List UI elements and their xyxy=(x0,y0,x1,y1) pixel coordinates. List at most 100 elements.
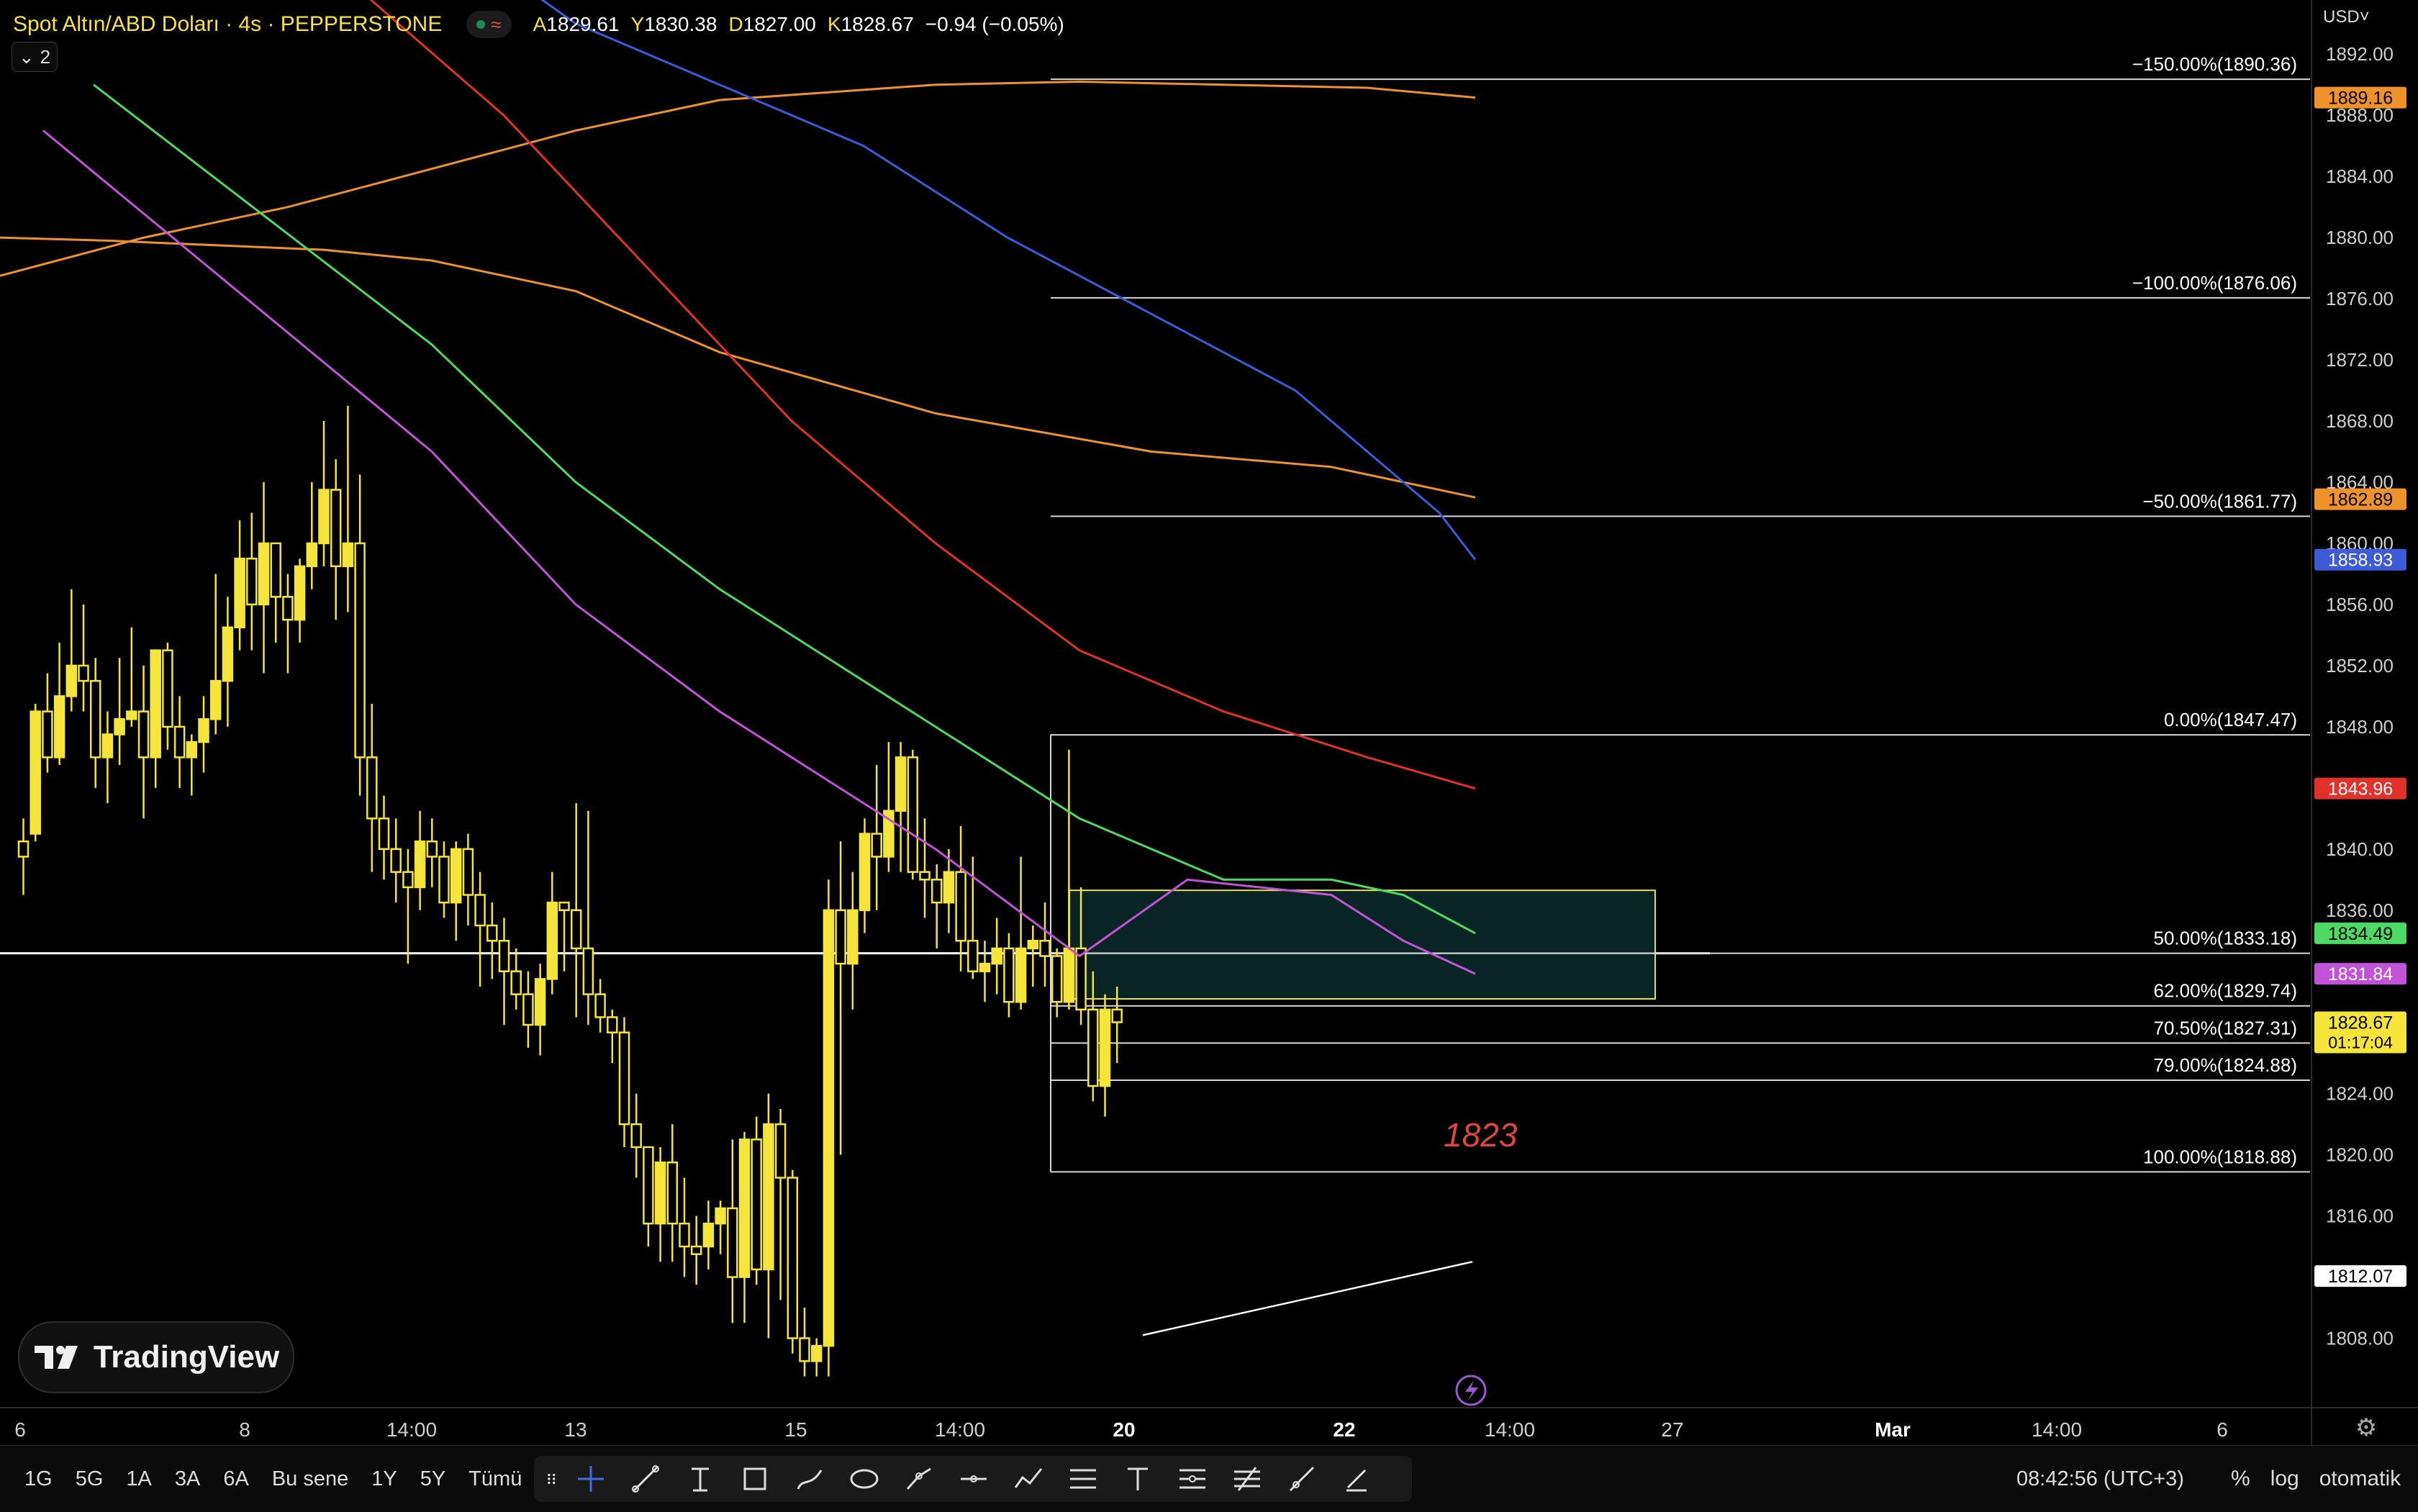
range-6m[interactable]: 6A xyxy=(213,1463,258,1495)
indicators-toggle[interactable]: ⌄ 2 xyxy=(12,42,58,72)
candle-body xyxy=(787,1177,799,1339)
candle-body xyxy=(919,871,930,881)
candle xyxy=(17,818,30,895)
pitchfork-icon[interactable] xyxy=(1221,1459,1274,1499)
candle xyxy=(690,1216,702,1285)
ellipse-icon[interactable] xyxy=(838,1459,891,1499)
brush-icon[interactable] xyxy=(783,1459,836,1499)
indicator-count: 2 xyxy=(40,45,51,68)
candle-body xyxy=(1003,947,1015,1003)
candle-body xyxy=(101,733,114,759)
market-status[interactable]: ≈ xyxy=(466,11,512,38)
text-icon[interactable] xyxy=(1111,1459,1164,1499)
price-tick-label: 1892.00 xyxy=(2326,43,2394,65)
price-tick-label: 1856.00 xyxy=(2326,594,2394,615)
candle-body xyxy=(186,741,198,759)
crosshair-icon[interactable] xyxy=(564,1459,617,1499)
range-5y[interactable]: 5Y xyxy=(410,1463,456,1495)
parallel-channel-icon[interactable] xyxy=(1056,1459,1110,1499)
auto-toggle[interactable]: otomatik xyxy=(2319,1467,2401,1491)
candle-body xyxy=(727,1207,738,1278)
fib-level-label: −100.00%(1876.06) xyxy=(2132,272,2297,294)
candle xyxy=(186,734,198,796)
candle xyxy=(643,1146,654,1247)
candle xyxy=(234,520,245,651)
currency-selector[interactable]: USD˅ xyxy=(2323,7,2370,27)
horizontal-line-icon[interactable] xyxy=(947,1459,1000,1499)
log-toggle[interactable]: log xyxy=(2270,1467,2299,1491)
rectangle-icon[interactable] xyxy=(728,1459,782,1499)
candle xyxy=(53,643,65,765)
percent-toggle[interactable]: % xyxy=(2231,1467,2250,1491)
candle-body xyxy=(967,939,979,972)
candle xyxy=(402,848,414,964)
candle xyxy=(474,872,486,987)
candle-body xyxy=(354,542,366,759)
trend-line xyxy=(1142,1261,1473,1336)
range-1d[interactable]: 1G xyxy=(14,1463,63,1495)
fib-icon[interactable] xyxy=(674,1459,727,1499)
fib-retracement-icon[interactable] xyxy=(1166,1459,1219,1499)
time-tick-label: 14:00 xyxy=(386,1418,437,1441)
range-1m[interactable]: 1A xyxy=(116,1463,161,1495)
range-5d[interactable]: 5G xyxy=(65,1463,114,1495)
candle xyxy=(835,841,846,1155)
gear-icon[interactable]: ⚙ xyxy=(2352,1413,2381,1442)
candle xyxy=(342,405,354,612)
symbol-title[interactable]: Spot Altın/ABD Doları · 4s · PEPPERSTONE xyxy=(13,12,442,37)
time-tick-label: 15 xyxy=(784,1418,807,1441)
grip-icon[interactable] xyxy=(541,1459,563,1499)
time-tick-label: 20 xyxy=(1113,1418,1135,1441)
range-ytd[interactable]: Bu sene xyxy=(262,1463,358,1495)
price-tag-label: 1834.49 xyxy=(2328,924,2393,944)
trendline-icon[interactable] xyxy=(619,1459,672,1499)
wave-icon: ≈ xyxy=(491,13,502,35)
ohlc-high: Y1830.38 xyxy=(630,13,717,35)
range-all[interactable]: Tümü xyxy=(458,1463,532,1495)
fib-level-label: 0.00%(1847.47) xyxy=(2164,709,2297,730)
candle-body xyxy=(222,626,234,682)
candle xyxy=(799,1308,810,1377)
range-3m[interactable]: 3A xyxy=(165,1463,210,1495)
candle xyxy=(42,673,53,773)
candle-body xyxy=(294,565,306,621)
candle xyxy=(654,1147,666,1262)
candle xyxy=(258,482,270,674)
candle xyxy=(150,649,161,788)
price-tick-label: 1824.00 xyxy=(2326,1083,2394,1105)
candle-body xyxy=(871,833,882,858)
candle xyxy=(883,742,895,872)
price-chart[interactable]: 1892.001888.001884.001880.001876.001872.… xyxy=(0,0,2418,1511)
candle-body xyxy=(582,947,594,995)
price-tick-label: 1880.00 xyxy=(2326,227,2394,248)
path-icon[interactable] xyxy=(892,1459,946,1499)
tradingview-logo[interactable]: TradingView xyxy=(18,1321,294,1393)
candle xyxy=(114,658,125,765)
time-tick-label: 14:00 xyxy=(2032,1418,2082,1441)
ray-icon[interactable] xyxy=(1275,1459,1328,1499)
candle xyxy=(366,704,378,872)
polyline-icon[interactable] xyxy=(1002,1459,1055,1499)
zone-rectangle xyxy=(1069,889,1656,1000)
candle-body xyxy=(209,679,222,720)
candle-body xyxy=(690,1245,702,1255)
candle xyxy=(209,574,222,735)
range-1y[interactable]: 1Y xyxy=(361,1463,407,1495)
candle-body xyxy=(1099,1008,1111,1087)
candle xyxy=(582,810,594,1026)
clock-display[interactable]: 08:42:56 (UTC+3) xyxy=(2016,1446,2184,1512)
candle-body xyxy=(366,756,378,820)
price-change: −0.94 (−0.05%) xyxy=(925,13,1064,35)
eraser-icon[interactable] xyxy=(1330,1459,1383,1499)
candle xyxy=(318,421,330,566)
candle xyxy=(847,872,859,1010)
candle xyxy=(450,841,462,941)
candle-body xyxy=(258,542,270,606)
candle xyxy=(546,872,558,995)
candle-body xyxy=(42,710,53,759)
candle xyxy=(1099,994,1111,1117)
watermark-text: TradingView xyxy=(93,1339,280,1375)
symbol-header[interactable]: Spot Altın/ABD Doları · 4s · PEPPERSTONE… xyxy=(13,7,1064,42)
drawing-tools xyxy=(534,1456,1412,1502)
candle xyxy=(1051,948,1063,1018)
